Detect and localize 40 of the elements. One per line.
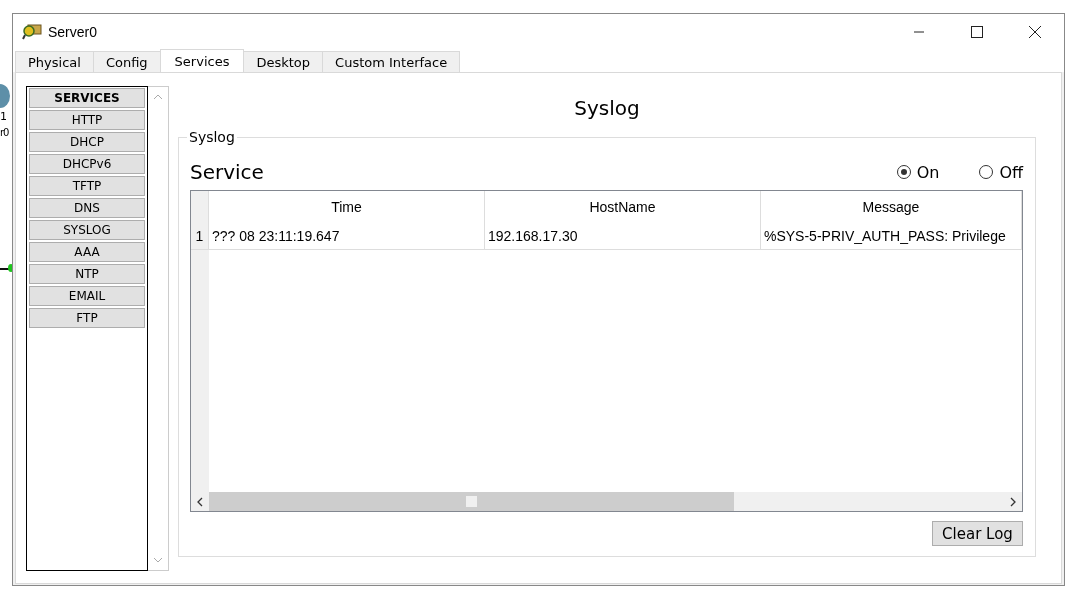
clear-log-button[interactable]: Clear Log (932, 521, 1023, 546)
tab[interactable]: Custom Interface (322, 51, 461, 72)
scrollbar-thumb[interactable] (209, 492, 734, 511)
table-cell: %SYS-5-PRIV_AUTH_PASS: Privilege (761, 223, 1022, 249)
horizontal-scrollbar[interactable] (191, 492, 1022, 511)
sidebar-item[interactable]: HTTP (29, 110, 145, 130)
server-icon (22, 23, 42, 41)
table-cell: ??? 08 23:11:19.647 (209, 223, 485, 249)
sidebar-item[interactable]: TFTP (29, 176, 145, 196)
radio-label: Off (999, 162, 1023, 182)
sidebar-item[interactable]: EMAIL (29, 286, 145, 306)
tab[interactable]: Desktop (243, 51, 324, 72)
header-corner (191, 191, 209, 223)
sidebar-item[interactable]: SYSLOG (29, 220, 145, 240)
table-cell: 192.168.17.30 (485, 223, 761, 249)
service-label: Service (190, 160, 264, 184)
sidebar-item[interactable]: DNS (29, 198, 145, 218)
sidebar-item[interactable]: SERVICES (29, 88, 145, 108)
radio-label: On (916, 162, 940, 182)
row-number: 1 (191, 223, 209, 249)
column-header[interactable]: Message (761, 191, 1022, 223)
tab[interactable]: Physical (15, 51, 94, 72)
device-label: r0 (0, 127, 9, 138)
group-label: Syslog (187, 129, 237, 145)
tab[interactable]: Config (92, 51, 161, 72)
device-label: 1 (0, 110, 7, 123)
column-header[interactable]: HostName (485, 191, 761, 223)
sidebar-item[interactable]: NTP (29, 264, 145, 284)
sidebar-item[interactable]: AAA (29, 242, 145, 262)
panel-title: Syslog (573, 96, 641, 122)
column-header[interactable]: Time (209, 191, 485, 223)
maximize-icon (971, 26, 983, 38)
window-title: Server0 (48, 24, 98, 40)
radio-button[interactable]: Off (979, 162, 1023, 182)
sidebar-item[interactable]: DHCP (29, 132, 145, 152)
radio-button[interactable]: On (896, 162, 940, 182)
vertical-scrollbar[interactable] (148, 86, 169, 571)
sidebar-item[interactable]: DHCPv6 (29, 154, 145, 174)
sidebar-item[interactable]: FTP (29, 308, 145, 328)
close-icon (1029, 26, 1041, 38)
